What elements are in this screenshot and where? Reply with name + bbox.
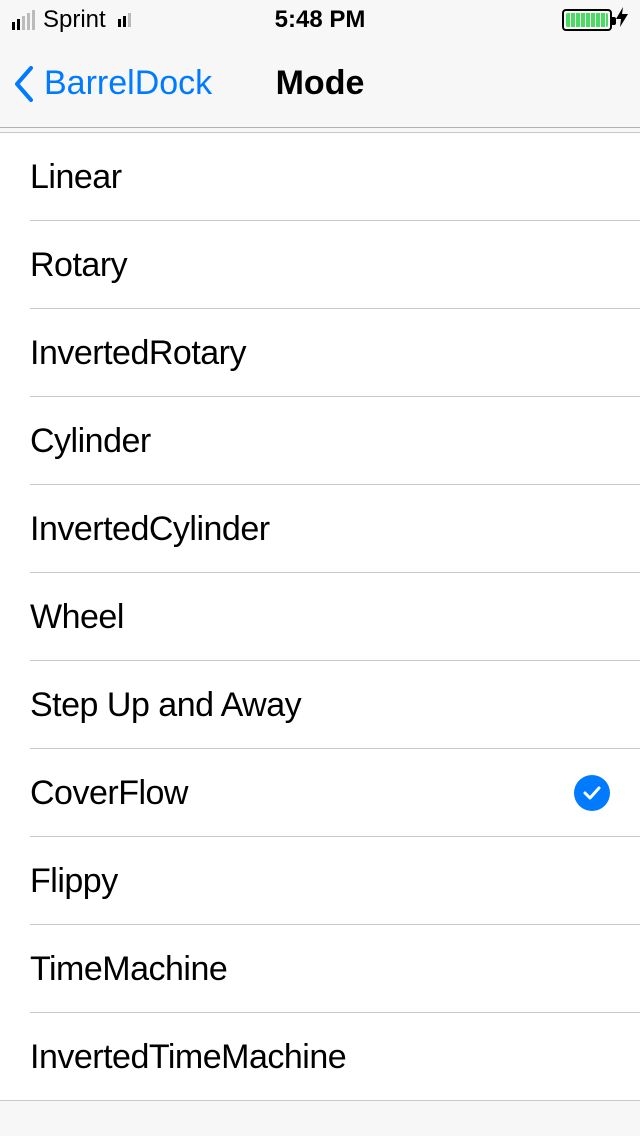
- mode-list: Linear Rotary InvertedRotary Cylinder Invert…: [0, 132, 640, 1101]
- battery-icon: [562, 9, 612, 31]
- carrier-label: Sprint: [43, 6, 106, 34]
- status-right: [562, 7, 628, 33]
- list-item[interactable]: TimeMachine: [0, 925, 640, 1013]
- item-label: InvertedRotary: [30, 334, 246, 373]
- list-item[interactable]: CoverFlow: [0, 749, 640, 837]
- list-item[interactable]: InvertedCylinder: [0, 485, 640, 573]
- item-label: InvertedCylinder: [30, 510, 270, 549]
- list-item[interactable]: Linear: [0, 133, 640, 221]
- back-label: BarrelDock: [44, 64, 212, 103]
- list-item[interactable]: InvertedTimeMachine: [0, 1013, 640, 1101]
- item-label: CoverFlow: [30, 774, 188, 813]
- item-label: Linear: [30, 158, 122, 197]
- signal-strength-icon: [12, 10, 35, 30]
- signal-strength-icon-2: [118, 13, 131, 27]
- list-item[interactable]: Cylinder: [0, 397, 640, 485]
- item-label: TimeMachine: [30, 950, 227, 989]
- charging-icon: [616, 7, 628, 33]
- list-item[interactable]: Rotary: [0, 221, 640, 309]
- item-label: Rotary: [30, 246, 127, 285]
- clock-label: 5:48 PM: [275, 6, 366, 34]
- page-title: Mode: [276, 64, 365, 103]
- list-item[interactable]: Wheel: [0, 573, 640, 661]
- item-label: InvertedTimeMachine: [30, 1038, 346, 1077]
- item-label: Step Up and Away: [30, 686, 301, 725]
- navigation-bar: BarrelDock Mode: [0, 40, 640, 128]
- list-item[interactable]: Flippy: [0, 837, 640, 925]
- list-item[interactable]: InvertedRotary: [0, 309, 640, 397]
- list-item[interactable]: Step Up and Away: [0, 661, 640, 749]
- checkmark-icon: [574, 775, 610, 811]
- chevron-left-icon: [12, 64, 36, 104]
- content-area: Linear Rotary InvertedRotary Cylinder Invert…: [0, 132, 640, 1101]
- back-button[interactable]: BarrelDock: [0, 64, 212, 104]
- item-label: Wheel: [30, 598, 124, 637]
- item-label: Flippy: [30, 862, 118, 901]
- status-left: Sprint: [12, 6, 131, 34]
- item-label: Cylinder: [30, 422, 151, 461]
- status-bar: Sprint 5:48 PM: [0, 0, 640, 40]
